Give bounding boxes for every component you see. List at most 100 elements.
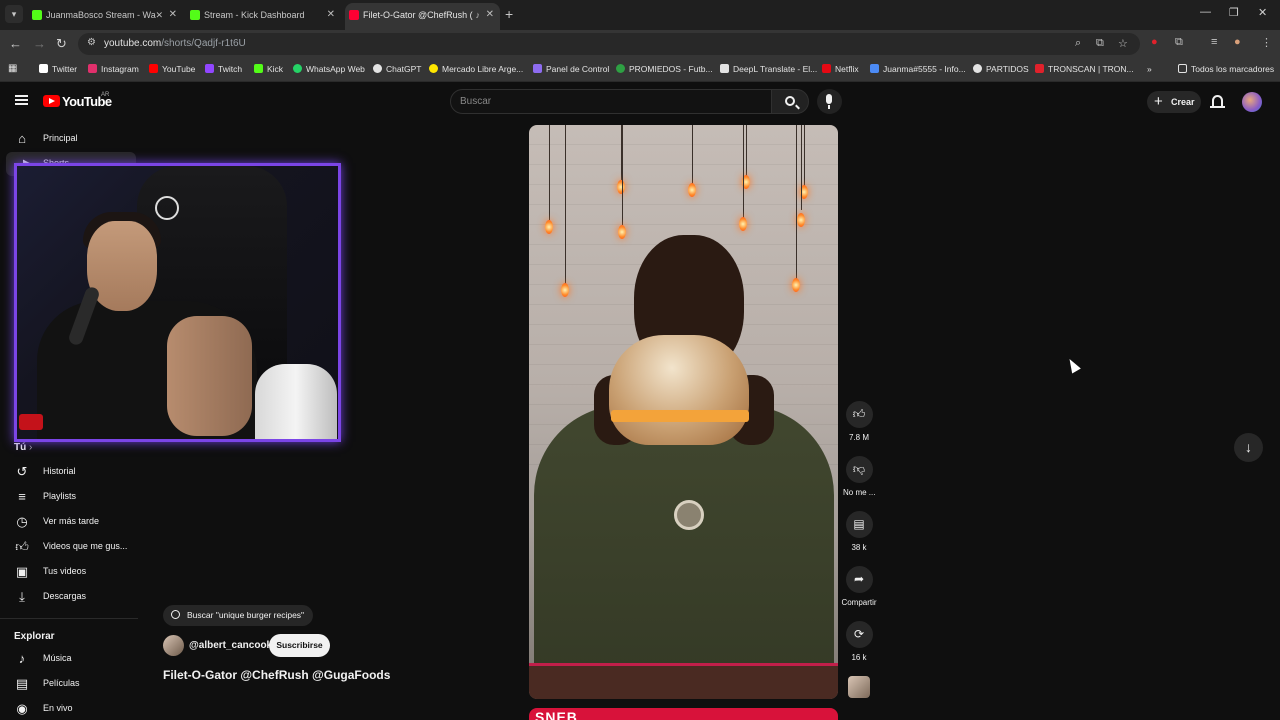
dislike-action[interactable]: 👎︎ No me ... [843, 456, 875, 497]
thumbs-down-icon[interactable]: 👎︎ [845, 456, 873, 483]
bookmark-panel-de-control[interactable]: Panel de Control [533, 64, 609, 74]
account-avatar[interactable] [1242, 92, 1262, 112]
bookmark-kick[interactable]: Kick [254, 64, 283, 74]
tab-close-icon[interactable]: ✕ [169, 4, 177, 26]
tab-search-button[interactable]: ▾ [5, 5, 23, 23]
bookmark-chatgpt[interactable]: ChatGPT [373, 64, 421, 74]
sidebar-item-playlists[interactable]: ≡ Playlists [0, 485, 160, 509]
bookmark-partidos[interactable]: PARTIDOS [973, 64, 1029, 74]
music-note-icon: ♪ [18, 651, 26, 666]
share-action[interactable]: ➦ Compartir [838, 566, 880, 607]
comments-action[interactable]: ▤ 38 k [843, 511, 875, 552]
new-tab-button[interactable]: + [505, 6, 513, 22]
mouse-cursor [1065, 356, 1081, 374]
address-bar[interactable]: ⚙ youtube.com/shorts/Qadjf-r1t6U ⌕ ⧉ ☆ [78, 33, 1140, 55]
sidebar-you-header[interactable]: Tú › [14, 442, 32, 453]
kick-favicon-icon [190, 10, 200, 20]
extensions-puzzle-icon[interactable]: ⧉ [1175, 36, 1183, 49]
bookmark-youtube[interactable]: YouTube [149, 64, 195, 74]
comment-icon[interactable]: ▤ [845, 511, 873, 538]
install-app-icon[interactable]: ⧉ [1096, 37, 1104, 50]
sidebar-item-liked-videos[interactable]: 👍︎ Videos que me gus... [0, 535, 160, 559]
search-icon [785, 96, 795, 106]
bookmark-juanma-info[interactable]: Juanma#5555 - Info... [870, 64, 966, 74]
bookmark-label: PROMIEDOS - Futb... [629, 64, 713, 74]
bookmark-twitter[interactable]: Twitter [39, 64, 77, 74]
bookmark-mercadolibre[interactable]: Mercado Libre Arge... [429, 64, 523, 74]
youtube-icon [149, 64, 158, 73]
apps-grid-icon[interactable]: ▦ [8, 63, 17, 74]
sidebar-item-home[interactable]: ⌂ Principal [0, 127, 160, 151]
channel-avatar[interactable] [163, 635, 184, 656]
history-icon: ↺ [16, 464, 28, 479]
sidebar-item-downloads[interactable]: ⤓ Descargas [0, 585, 160, 609]
next-short-preview[interactable]: SNEB [529, 708, 838, 720]
bookmark-star-icon[interactable]: ☆ [1118, 37, 1128, 50]
short-video-player[interactable] [529, 125, 838, 699]
channel-name[interactable]: @albert_cancook [189, 640, 272, 651]
related-search-suggestion[interactable]: Buscar "unique burger recipes" [163, 605, 314, 626]
profile-avatar-icon[interactable]: ● [1234, 36, 1241, 48]
extension-adblock-icon[interactable]: ● [1151, 36, 1158, 48]
bookmarks-overflow-button[interactable]: » [1147, 64, 1152, 74]
close-window-button[interactable]: ✕ [1258, 6, 1267, 19]
voice-search-mic-icon[interactable] [817, 89, 842, 114]
site-info-icon[interactable]: ⚙ [87, 37, 96, 48]
back-button[interactable]: ← [9, 36, 22, 51]
bookmark-tronscan[interactable]: TRONSCAN | TRON... [1035, 64, 1134, 74]
minimize-window-button[interactable]: — [1200, 6, 1211, 18]
sidebar-divider [0, 618, 138, 619]
instagram-icon [88, 64, 97, 73]
youtube-logo-icon[interactable] [43, 95, 60, 107]
muted-audio-icon[interactable]: ✕ [155, 4, 163, 26]
bookmarks-bar: ▦ Twitter Instagram YouTube Twitch Kick … [0, 58, 1280, 82]
all-bookmarks-folder[interactable]: Todos los marcadores [1178, 64, 1274, 74]
tab-close-icon[interactable]: ✕ [327, 4, 335, 26]
tab-close-icon[interactable]: ✕ [486, 3, 494, 27]
restore-window-button[interactable]: ❐ [1229, 6, 1239, 19]
sidebar-item-movies[interactable]: ▤ Películas [0, 672, 160, 696]
search-input[interactable]: Buscar [450, 89, 772, 114]
chevron-right-icon: › [29, 442, 33, 453]
bookmark-netflix[interactable]: Netflix [822, 64, 859, 74]
next-short-arrow-down-icon[interactable]: ↓ [1234, 433, 1263, 462]
bookmark-whatsapp[interactable]: WhatsApp Web [293, 64, 365, 74]
short-title[interactable]: Filet-O-Gator @ChefRush @GugaFoods [163, 668, 390, 682]
kick-icon [254, 64, 263, 73]
bookmark-deepl[interactable]: DeepL Translate - El... [720, 64, 817, 74]
sidebar-item-watch-later[interactable]: ◷ Ver más tarde [0, 510, 160, 534]
zoom-icon[interactable]: ⌕ [1075, 37, 1081, 50]
sidebar-item-history[interactable]: ↺ Historial [0, 460, 160, 484]
bookmark-instagram[interactable]: Instagram [88, 64, 139, 74]
forward-button[interactable]: → [33, 36, 46, 51]
info-icon [870, 64, 879, 73]
kick-favicon-icon [32, 10, 42, 20]
bookmark-promiedos[interactable]: PROMIEDOS - Futb... [616, 64, 713, 74]
sound-channel-thumbnail[interactable] [848, 676, 870, 698]
create-button[interactable]: + Crear [1147, 91, 1201, 113]
menu-hamburger-icon[interactable] [15, 95, 28, 105]
search-button[interactable] [771, 89, 809, 114]
share-arrow-icon[interactable]: ➦ [845, 566, 873, 593]
remix-action[interactable]: ⟳ 16 k [843, 621, 875, 662]
tab-juanmabosco-stream[interactable]: JuanmaBosco Stream - Wa ✕ ✕ [28, 4, 183, 26]
thumbs-up-icon[interactable]: 👍︎ [845, 401, 873, 428]
reload-button[interactable]: ↻ [56, 36, 67, 52]
sidebar-item-music[interactable]: ♪ Música [0, 647, 160, 671]
promiedos-icon [616, 64, 625, 73]
wooden-table [529, 663, 838, 699]
like-action[interactable]: 👍︎ 7.8 M [843, 401, 875, 442]
tab-youtube-short[interactable]: Filet-O-Gator @ChefRush ( ♪ ✕ [345, 3, 500, 30]
sidebar-item-your-videos[interactable]: ▣ Tus videos [0, 560, 160, 584]
notifications-bell-icon[interactable] [1210, 95, 1225, 108]
url-text[interactable]: youtube.com/shorts/Qadjf-r1t6U [104, 38, 246, 49]
deepl-icon [720, 64, 729, 73]
chrome-menu-icon[interactable]: ⋮ [1261, 36, 1272, 49]
remix-icon[interactable]: ⟳ [845, 621, 873, 648]
tab-kick-dashboard[interactable]: Stream - Kick Dashboard ✕ [186, 4, 341, 26]
bookmark-twitch[interactable]: Twitch [205, 64, 242, 74]
media-control-icon[interactable]: ≡ [1211, 36, 1217, 48]
audio-playing-icon[interactable]: ♪ [476, 3, 481, 27]
subscribe-button[interactable]: Suscribirse [269, 634, 330, 657]
sidebar-item-live[interactable]: ◉ En vivo [0, 697, 160, 720]
